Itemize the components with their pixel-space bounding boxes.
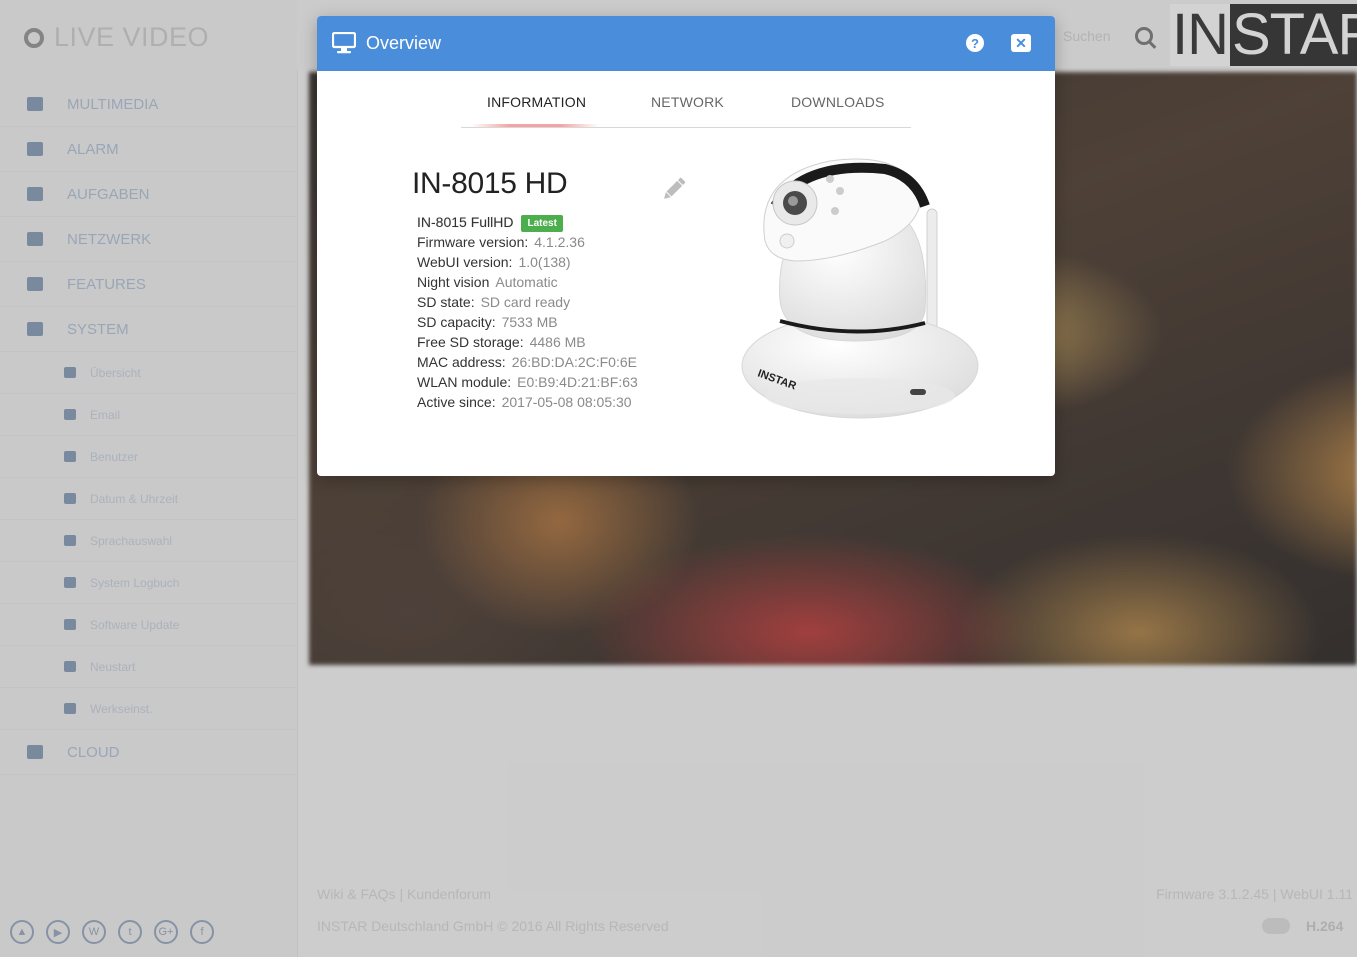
info-value: 1.0(138)	[518, 254, 571, 270]
info-value: 4486 MB	[529, 334, 586, 350]
close-button[interactable]: ✕	[1011, 34, 1031, 52]
variant-row: IN-8015 FullHD Latest	[417, 212, 638, 232]
info-row-wlan: WLAN module: E0:B9:4D:21:BF:63	[417, 372, 638, 392]
modal-tabs: INFORMATION NETWORK DOWNLOADS	[461, 72, 911, 128]
info-key: Active since:	[417, 394, 496, 410]
info-row-night-vision: Night vision Automatic	[417, 272, 638, 292]
info-row-webui: WebUI version: 1.0(138)	[417, 252, 638, 272]
info-value: 26:BD:DA:2C:F0:6E	[511, 354, 637, 370]
overview-modal: Overview ? ✕ INFORMATION NETWORK DOWNLOA…	[317, 16, 1055, 476]
tab-network[interactable]: NETWORK	[651, 94, 724, 110]
info-row-active-since: Active since: 2017-05-08 08:05:30	[417, 392, 638, 412]
info-row-sd-state: SD state: SD card ready	[417, 292, 638, 312]
info-key: Firmware version:	[417, 234, 529, 250]
info-row-sd-capacity: SD capacity: 7533 MB	[417, 312, 638, 332]
info-value: SD card ready	[480, 294, 571, 310]
info-key: WebUI version:	[417, 254, 513, 270]
info-key: WLAN module:	[417, 374, 512, 390]
tab-downloads[interactable]: DOWNLOADS	[791, 94, 885, 110]
info-key: MAC address:	[417, 354, 506, 370]
info-value: 7533 MB	[501, 314, 558, 330]
info-key: Night vision	[417, 274, 490, 290]
active-tab-indicator	[471, 124, 599, 127]
latest-badge: Latest	[521, 215, 563, 232]
info-row-mac: MAC address: 26:BD:DA:2C:F0:6E	[417, 352, 638, 372]
modal-header: Overview ? ✕	[317, 16, 1055, 71]
info-value: E0:B9:4D:21:BF:63	[517, 374, 638, 390]
camera-info-list: IN-8015 FullHD Latest Firmware version: 4.…	[417, 212, 638, 412]
info-row-firmware: Firmware version: 4.1.2.36	[417, 232, 638, 252]
info-value: Automatic	[495, 274, 558, 290]
camera-model-title: IN-8015 HD	[412, 167, 568, 200]
info-row-free-sd: Free SD storage: 4486 MB	[417, 332, 638, 352]
modal-title: Overview	[366, 33, 442, 53]
info-value: 2017-05-08 08:05:30	[501, 394, 632, 410]
info-key: SD capacity:	[417, 314, 496, 330]
info-value: 4.1.2.36	[534, 234, 585, 250]
pencil-icon[interactable]	[659, 174, 689, 204]
camera-variant: IN-8015 FullHD	[417, 214, 514, 230]
camera-image: INSTAR	[741, 158, 979, 419]
monitor-icon	[332, 32, 356, 54]
help-button[interactable]: ?	[966, 34, 984, 52]
info-key: SD state:	[417, 294, 475, 310]
tab-information[interactable]: INFORMATION	[487, 94, 586, 110]
info-key: Free SD storage:	[417, 334, 524, 350]
